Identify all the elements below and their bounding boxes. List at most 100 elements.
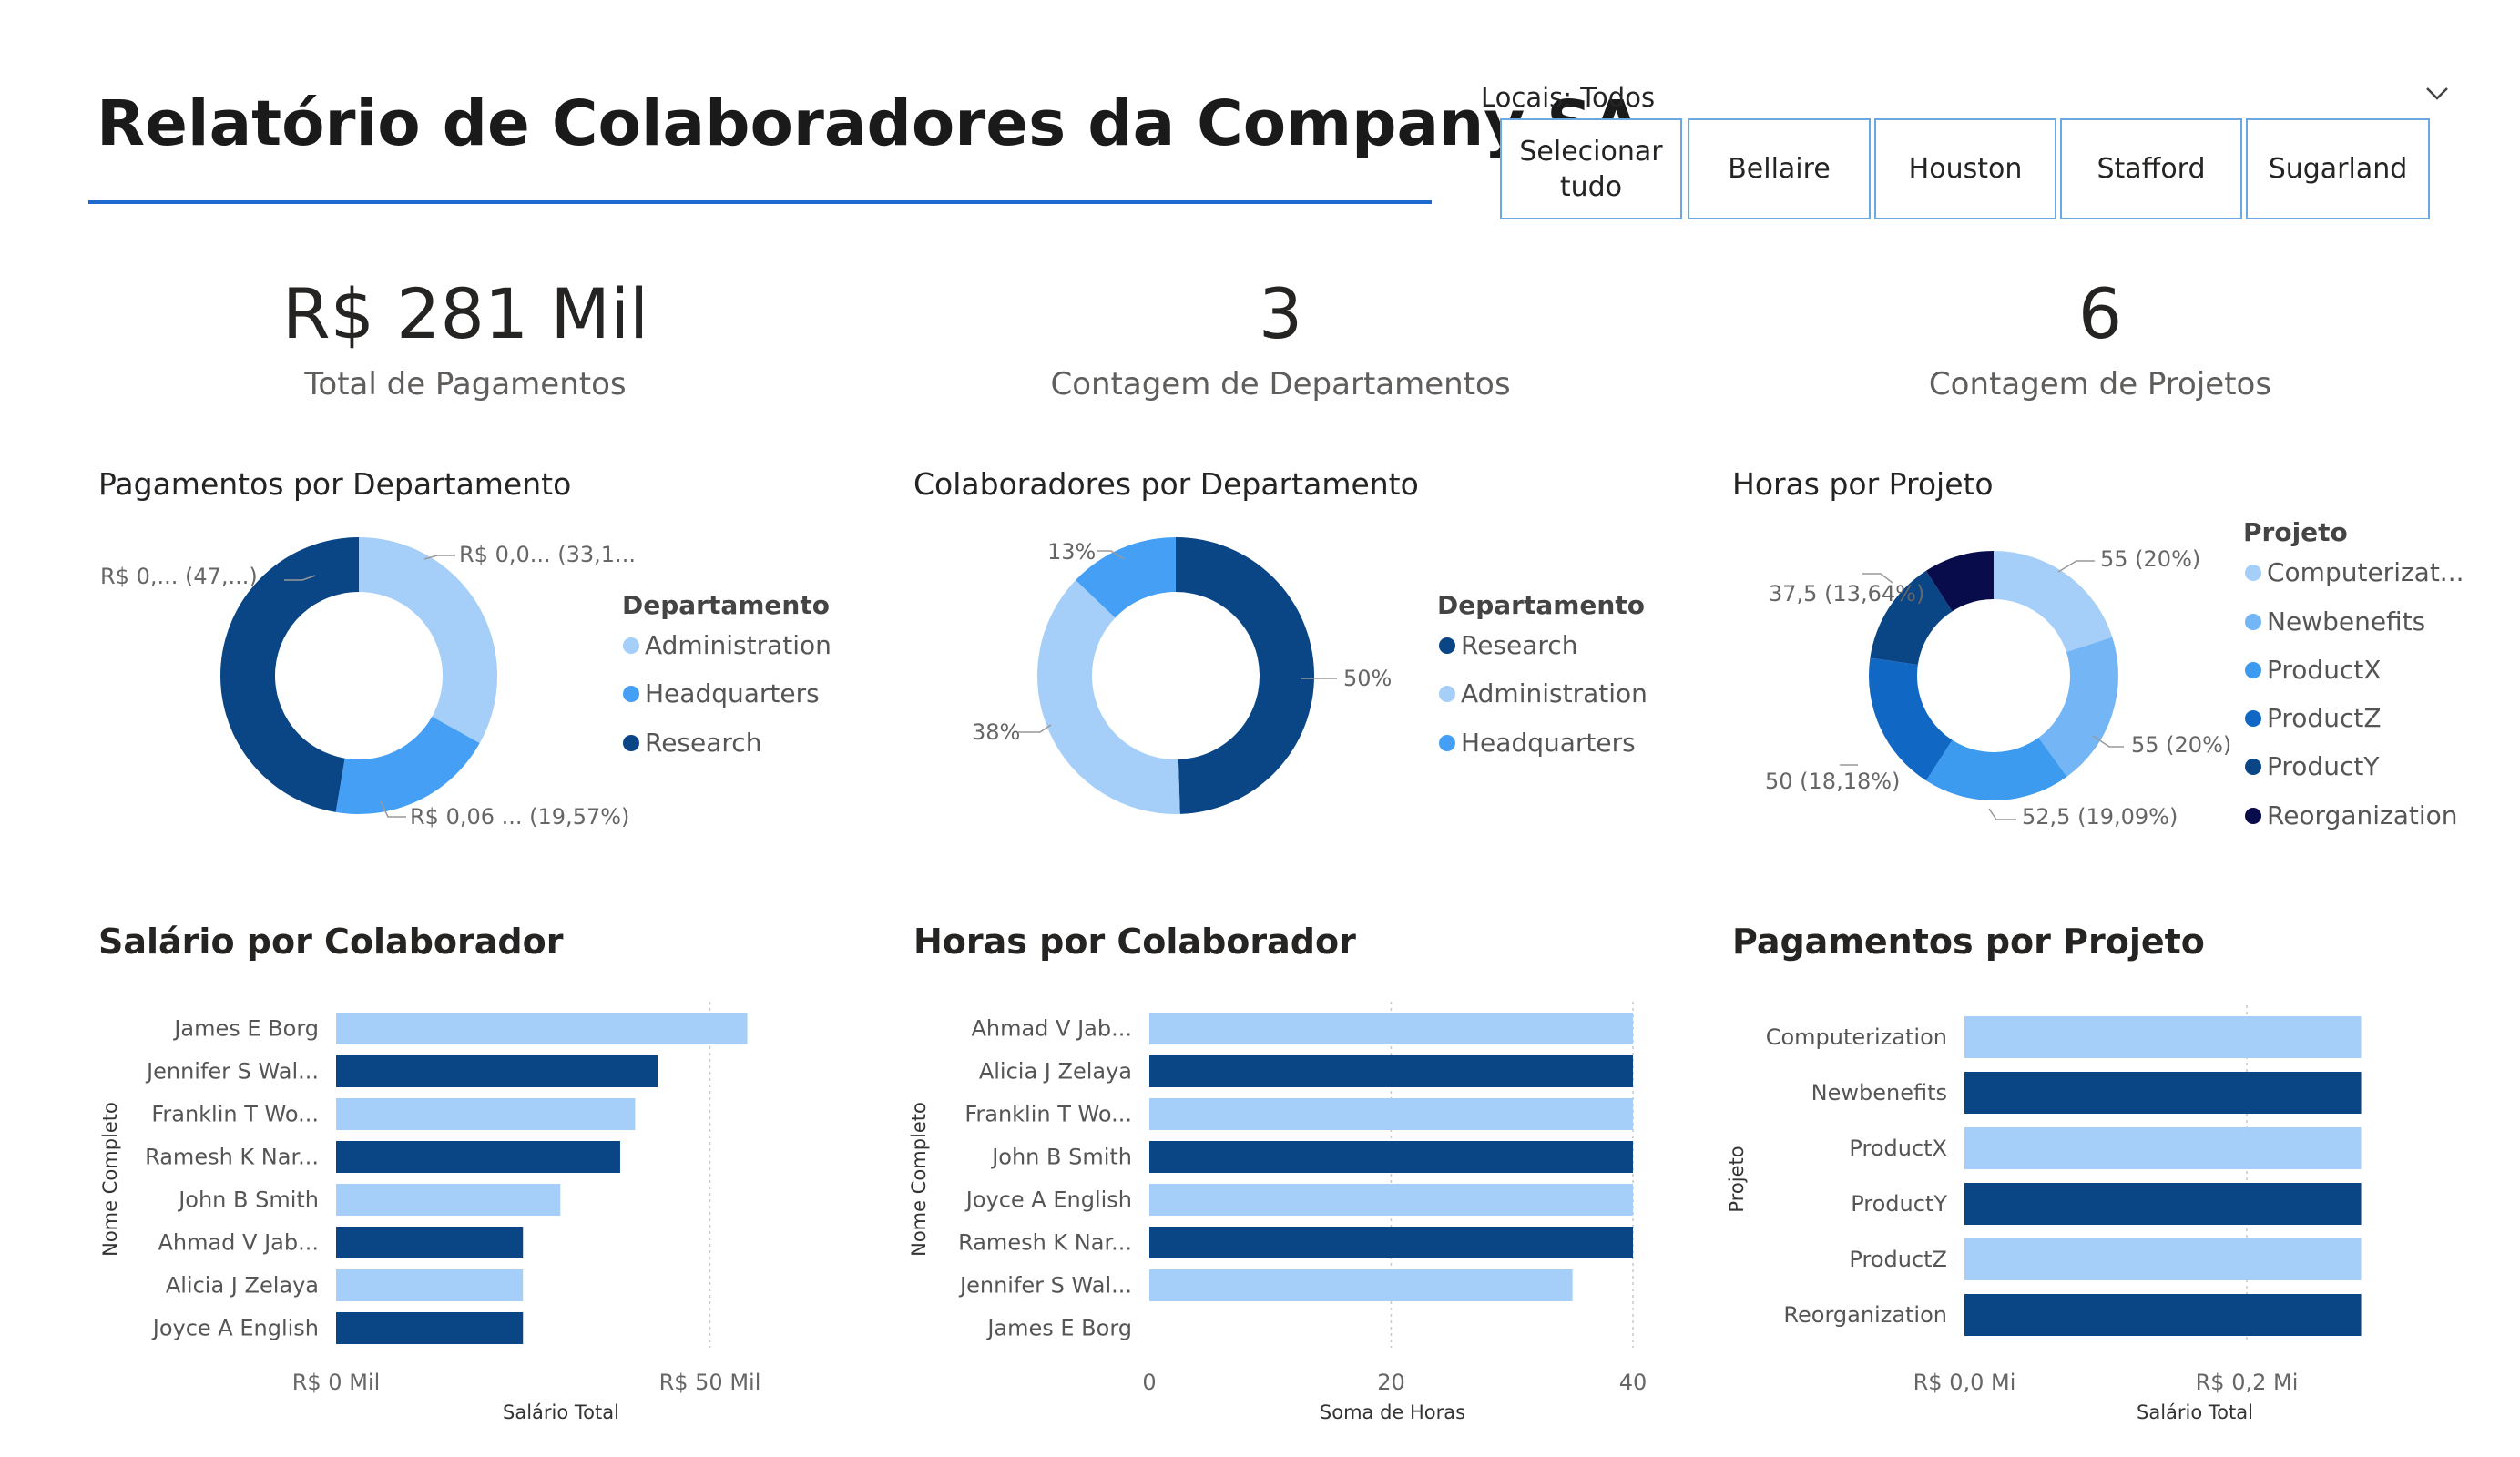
- y-category-label: John B Smith: [990, 1145, 1132, 1170]
- y-category-label: Ahmad V Jab...: [971, 1016, 1132, 1042]
- legend-label: ProductZ: [2267, 703, 2382, 733]
- y-category-label: Ahmad V Jab...: [158, 1230, 319, 1256]
- legend-dot: [1439, 685, 1455, 702]
- axis-title-y: Projeto: [1726, 1146, 1748, 1212]
- donut-hours-by-project: 55 (20%) 55 (20%) 52,5 (19,09%) 50 (18,1…: [1765, 546, 2231, 830]
- legend-dot: [1439, 637, 1455, 654]
- y-category-label: Ramesh K Nar...: [145, 1145, 319, 1170]
- y-category-label: ProductX: [1849, 1136, 1947, 1161]
- bar-ahmad-v-jab[interactable]: [336, 1227, 524, 1258]
- legend-item-productz[interactable]: ProductZ: [2245, 703, 2382, 733]
- slicer-option-sugarland[interactable]: Sugarland: [2246, 118, 2430, 219]
- bar-ramesh-k-nar[interactable]: [1149, 1227, 1633, 1258]
- legend-item-reorganization[interactable]: Reorganization: [2245, 800, 2458, 830]
- legend-item-headquarters[interactable]: Headquarters: [623, 678, 820, 708]
- bar-jennifer-s-wal[interactable]: [336, 1055, 658, 1087]
- axis-title-x: Salário Total: [503, 1401, 619, 1423]
- bar-james-e-borg[interactable]: [336, 1013, 748, 1044]
- x-tick-label: 40: [1619, 1370, 1648, 1395]
- legend-label: ProductY: [2267, 751, 2380, 781]
- legend-dot: [623, 685, 639, 702]
- legend-item-producty[interactable]: ProductY: [2245, 751, 2379, 781]
- legend-dot: [2245, 758, 2261, 775]
- chart-title-employees-by-department: Colaboradores por Departamento: [913, 466, 1419, 502]
- bar-alicia-j-zelaya[interactable]: [336, 1269, 524, 1301]
- data-label-producty: 37,5 (13,64%): [1769, 581, 1924, 606]
- chart-title-payments-by-project: Pagamentos por Projeto: [1732, 922, 2205, 962]
- bar-john-b-smith[interactable]: [1149, 1141, 1633, 1173]
- y-category-label: Ramesh K Nar...: [958, 1230, 1132, 1256]
- bar-franklin-t-wo[interactable]: [1149, 1098, 1633, 1130]
- page-title: Relatório de Colaboradores da Company SA: [97, 87, 1641, 160]
- slicer-option-stafford[interactable]: Stafford: [2060, 118, 2242, 219]
- donut-slice-research[interactable]: [1176, 537, 1315, 814]
- y-category-label: Franklin T Wo...: [964, 1102, 1132, 1127]
- kpi-project-count-label: Contagem de Projetos: [1928, 366, 2272, 402]
- donut-payments-by-department: R$ 0,0... (33,1...) R$ 0,06 ... (19,57%)…: [100, 537, 638, 830]
- bar-joyce-a-english[interactable]: [1149, 1184, 1633, 1216]
- data-label-research: 50%: [1343, 666, 1392, 691]
- bar-ramesh-k-nar[interactable]: [336, 1141, 620, 1173]
- bar-ahmad-v-jab[interactable]: [1149, 1013, 1633, 1044]
- donut-slice-administration[interactable]: [359, 537, 497, 744]
- donut-slice-computerization[interactable]: [1994, 551, 2113, 653]
- x-tick-label: 0: [1142, 1370, 1156, 1395]
- legend-item-research[interactable]: Research: [1439, 630, 1577, 660]
- legend-label: Research: [645, 728, 762, 758]
- slicer-option-bellaire[interactable]: Bellaire: [1688, 118, 1871, 219]
- donut-slice-administration[interactable]: [1037, 580, 1180, 814]
- bar-computerization[interactable]: [1964, 1016, 2362, 1058]
- legend-item-administration[interactable]: Administration: [1439, 678, 1648, 708]
- y-category-label: James E Borg: [172, 1016, 319, 1042]
- legend-item-computerization[interactable]: Computerizat...: [2245, 557, 2464, 587]
- legend-dot: [2245, 709, 2261, 727]
- legend-label: Reorganization: [2267, 800, 2458, 830]
- donut-slice-headquarters[interactable]: [335, 716, 480, 814]
- y-category-label: Alicia J Zelaya: [979, 1059, 1132, 1085]
- y-category-label: Jennifer S Wal...: [958, 1273, 1132, 1299]
- x-tick-label: R$ 0,0 Mi: [1913, 1370, 2016, 1395]
- chart-title-hours-by-employee: Horas por Colaborador: [913, 922, 1356, 962]
- bar-newbenefits[interactable]: [1964, 1072, 2362, 1114]
- legend-item-newbenefits[interactable]: Newbenefits: [2245, 606, 2425, 637]
- slicer-option-houston[interactable]: Houston: [1874, 118, 2056, 219]
- bar-productx[interactable]: [1964, 1127, 2362, 1169]
- y-category-label: Reorganization: [1783, 1302, 1947, 1328]
- slicer-option-select-all[interactable]: Selecionar tudo: [1500, 118, 1682, 219]
- data-label-computerization: 55 (20%): [2100, 546, 2200, 572]
- bar-franklin-t-wo[interactable]: [336, 1098, 636, 1130]
- legend-item-administration[interactable]: Administration: [623, 630, 831, 660]
- legend-label: Newbenefits: [2267, 606, 2426, 637]
- bar-producty[interactable]: [1964, 1183, 2362, 1225]
- legend-dot: [2245, 564, 2261, 581]
- bar-alicia-j-zelaya[interactable]: [1149, 1055, 1633, 1087]
- x-tick-label: R$ 0,2 Mi: [2196, 1370, 2299, 1395]
- donut-employees-by-department: 50% 38% 13%: [972, 537, 1392, 814]
- data-label-productz: 50 (18,18%): [1765, 769, 1900, 794]
- y-category-label: Joyce A English: [964, 1187, 1132, 1213]
- bar-productz[interactable]: [1964, 1238, 2362, 1280]
- y-category-label: James E Borg: [985, 1316, 1132, 1341]
- kpi-total-payments-label: Total de Pagamentos: [304, 366, 627, 402]
- legend-item-headquarters[interactable]: Headquarters: [1439, 728, 1636, 758]
- axis-title-y: Nome Completo: [99, 1102, 121, 1257]
- data-label-headquarters: 13%: [1047, 539, 1096, 565]
- chevron-down-icon[interactable]: [2422, 78, 2453, 109]
- legend-item-research[interactable]: Research: [623, 728, 761, 758]
- bar-john-b-smith[interactable]: [336, 1184, 561, 1216]
- y-category-label: Joyce A English: [151, 1316, 319, 1341]
- bar-reorganization[interactable]: [1964, 1294, 2362, 1336]
- kpi-department-count-value: 3: [1258, 273, 1303, 354]
- bar-joyce-a-english[interactable]: [336, 1312, 524, 1344]
- legend-label: Research: [1461, 630, 1578, 660]
- bar-jennifer-s-wal[interactable]: [1149, 1269, 1573, 1301]
- y-category-label: ProductZ: [1849, 1247, 1947, 1272]
- legend-item-productx[interactable]: ProductX: [2245, 655, 2382, 685]
- chart-title-salary-by-employee: Salário por Colaborador: [98, 922, 564, 962]
- kpi-total-payments-value: R$ 281 Mil: [281, 273, 649, 354]
- x-tick-label: R$ 50 Mil: [659, 1370, 761, 1395]
- data-label-research: R$ 0,... (47,...): [100, 564, 258, 589]
- y-category-label: Newbenefits: [1811, 1080, 1947, 1105]
- legend-title-department: Departamento: [1437, 590, 1645, 620]
- kpi-project-count-value: 6: [2077, 273, 2123, 354]
